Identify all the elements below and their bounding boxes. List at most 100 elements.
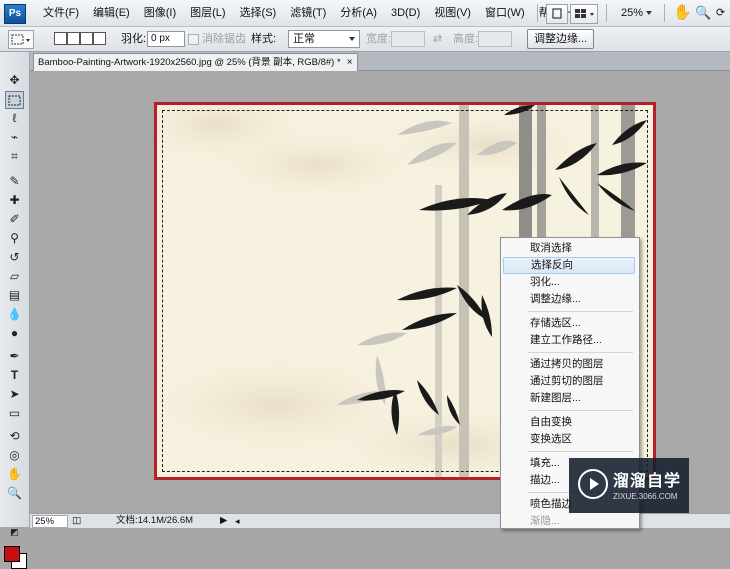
menu-3d[interactable]: 3D(D) — [384, 0, 427, 26]
antialias-checkbox[interactable]: 消除锯齿 — [188, 27, 246, 51]
photoshop-logo: Ps — [4, 4, 26, 24]
swap-width-height-icon[interactable]: ⇄ — [433, 27, 442, 51]
ctx-layer-via-cut[interactable]: 通过剪切的图层 — [503, 373, 635, 390]
width-input[interactable] — [391, 31, 425, 47]
feather-label: 羽化: — [121, 33, 147, 45]
document-tab-title: Bamboo-Painting-Artwork-1920x2560.jpg @ … — [38, 57, 341, 68]
ctx-transform-selection[interactable]: 变换选区 — [503, 431, 635, 448]
height-input[interactable] — [478, 31, 512, 47]
3d-rotate-tool-icon[interactable]: ⟲ — [6, 428, 23, 444]
document-tab[interactable]: Bamboo-Painting-Artwork-1920x2560.jpg @ … — [33, 53, 358, 71]
ctx-make-work-path[interactable]: 建立工作路径... — [503, 332, 635, 349]
chevron-down-icon — [646, 11, 653, 16]
style-label: 样式: — [251, 33, 277, 45]
menu-image[interactable]: 图像(I) — [137, 0, 183, 26]
menu-bar: Ps 文件(F) 编辑(E) 图像(I) 图层(L) 选择(S) 滤镜(T) 分… — [0, 0, 730, 27]
menu-layer[interactable]: 图层(L) — [183, 0, 232, 26]
quick-selection-tool-icon[interactable]: ⌁ — [6, 129, 23, 145]
tool-preset-picker[interactable] — [8, 30, 34, 49]
chevron-down-icon — [349, 37, 355, 41]
watermark-title: 溜溜自学 — [613, 471, 682, 490]
menubar-divider — [664, 4, 665, 22]
move-tool-icon[interactable]: ✥ — [6, 72, 23, 88]
refine-edge-button[interactable]: 调整边缘... — [527, 29, 595, 49]
ctx-deselect[interactable]: 取消选择 — [503, 240, 635, 257]
grid-icon — [575, 9, 594, 18]
watermark: 溜溜自学 ZIXUE.3066.COM — [569, 458, 689, 513]
gradient-tool-icon[interactable]: ▤ — [6, 287, 23, 303]
menu-select[interactable]: 选择(S) — [233, 0, 284, 26]
ctx-refine-edge[interactable]: 调整边缘... — [503, 291, 635, 308]
menu-window[interactable]: 窗口(W) — [478, 0, 532, 26]
ctx-feather[interactable]: 羽化... — [503, 274, 635, 291]
menu-divider — [528, 451, 633, 452]
style-select-value: 正常 — [293, 33, 315, 45]
crop-tool-icon[interactable]: ⌗ — [6, 148, 23, 164]
eraser-tool-icon[interactable]: ▱ — [6, 268, 23, 284]
menu-file[interactable]: 文件(F) — [36, 0, 86, 26]
ctx-layer-via-copy[interactable]: 通过拷贝的图层 — [503, 356, 635, 373]
document-tab-bar: Bamboo-Painting-Artwork-1920x2560.jpg @ … — [30, 52, 730, 71]
default-colors-icon[interactable]: ◩ — [6, 524, 23, 540]
zoom-level-value: 25% — [621, 7, 644, 19]
pen-tool-icon[interactable]: ✒ — [6, 348, 23, 364]
healing-brush-tool-icon[interactable]: ✚ — [6, 192, 23, 208]
zoom-icon[interactable]: 🔍 — [695, 0, 711, 26]
rectangle-shape-tool-icon[interactable]: ▭ — [6, 405, 23, 421]
blur-tool-icon[interactable]: 💧 — [6, 306, 23, 322]
ctx-save-selection[interactable]: 存储选区... — [503, 315, 635, 332]
options-bar: 羽化: 0 px 消除锯齿 样式: 正常 宽度: ⇄ 高度: 调整边缘... — [0, 27, 730, 52]
ctx-free-transform[interactable]: 自由变换 — [503, 414, 635, 431]
menu-analysis[interactable]: 分析(A) — [333, 0, 384, 26]
bridge-icon — [552, 8, 562, 19]
foreground-color-swatch[interactable] — [4, 546, 20, 562]
zoom-level-dropdown[interactable]: 25% — [621, 0, 653, 26]
rotate-view-icon[interactable]: ⟳ — [716, 0, 725, 26]
document-size-info: 文档:14.1M/26.6M — [116, 515, 194, 526]
subtract-from-selection-button[interactable] — [80, 32, 93, 45]
menu-divider — [528, 410, 633, 411]
intersect-selection-button[interactable] — [93, 32, 106, 45]
height-label: 高度: — [453, 33, 479, 45]
add-to-selection-button[interactable] — [67, 32, 80, 45]
toolbox: ✥ ℓ ⌁ ⌗ ✎ ✚ ✐ ⚲ ↺ ▱ ▤ 💧 ● ✒ T ➤ ▭ ⟲ ◎ ✋ … — [0, 52, 30, 569]
menu-edit[interactable]: 编辑(E) — [86, 0, 137, 26]
type-tool-icon[interactable]: T — [6, 367, 23, 383]
menu-divider — [528, 311, 633, 312]
style-select[interactable]: 正常 — [288, 30, 360, 48]
eyedropper-tool-icon[interactable]: ✎ — [6, 173, 23, 189]
status-menu-arrow-icon[interactable]: ▶ — [220, 514, 227, 528]
dodge-tool-icon[interactable]: ● — [6, 325, 23, 341]
bridge-button[interactable] — [546, 4, 568, 24]
menu-view[interactable]: 视图(V) — [427, 0, 478, 26]
checkbox-icon — [188, 33, 199, 45]
new-selection-button[interactable] — [54, 32, 67, 45]
hand-tool-icon[interactable]: ✋ — [6, 466, 23, 482]
menu-divider — [528, 352, 633, 353]
3d-orbit-tool-icon[interactable]: ◎ — [6, 447, 23, 463]
lasso-tool-icon[interactable]: ℓ — [6, 110, 23, 126]
watermark-subtitle: ZIXUE.3066.COM — [613, 492, 678, 501]
main-menu: 文件(F) 编辑(E) 图像(I) 图层(L) 选择(S) 滤镜(T) 分析(A… — [36, 0, 583, 26]
play-logo-icon — [578, 469, 608, 499]
menu-filter[interactable]: 滤镜(T) — [283, 0, 333, 26]
close-icon[interactable]: × — [347, 57, 353, 68]
status-info-icon[interactable]: ◫ — [72, 514, 81, 528]
scroll-left-arrow-icon[interactable]: ◂ — [235, 514, 240, 528]
path-selection-tool-icon[interactable]: ➤ — [6, 386, 23, 402]
marquee-tool-icon[interactable] — [5, 91, 24, 109]
clone-stamp-tool-icon[interactable]: ⚲ — [6, 230, 23, 246]
hand-icon[interactable]: ✋ — [673, 0, 692, 26]
brush-tool-icon[interactable]: ✐ — [6, 211, 23, 227]
history-brush-tool-icon[interactable]: ↺ — [6, 249, 23, 265]
ctx-select-inverse[interactable]: 选择反向 — [503, 257, 635, 274]
menubar-divider — [537, 4, 538, 22]
status-zoom-input[interactable]: 25% — [32, 515, 68, 528]
antialias-label: 消除锯齿 — [202, 33, 246, 45]
feather-input[interactable]: 0 px — [147, 31, 185, 47]
menubar-divider — [606, 4, 607, 22]
zoom-tool-icon[interactable]: 🔍 — [6, 485, 23, 501]
ctx-new-layer[interactable]: 新建图层... — [503, 390, 635, 407]
arrange-documents-button[interactable] — [570, 4, 598, 24]
rectangle-marquee-icon — [11, 34, 30, 45]
